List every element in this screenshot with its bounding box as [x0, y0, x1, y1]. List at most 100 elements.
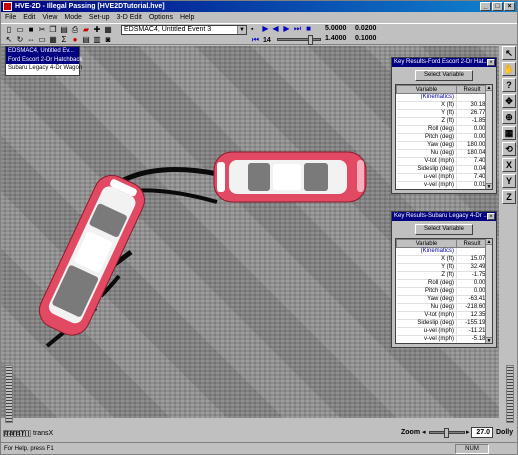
chart-icon[interactable]: ▥: [92, 35, 102, 44]
record-icon[interactable]: ●: [70, 35, 80, 44]
table-row[interactable]: Y (ft) 32.49: [396, 263, 488, 272]
zoom-right-arrow-icon[interactable]: ▸: [466, 428, 470, 436]
maximize-button[interactable]: □: [492, 2, 503, 11]
trans-x-label[interactable]: transX: [33, 430, 53, 437]
help-icon[interactable]: ?: [502, 78, 516, 92]
save-icon[interactable]: ■: [26, 25, 36, 34]
select-variable-button[interactable]: Select Variable: [415, 70, 473, 81]
table-icon[interactable]: ▤: [81, 35, 91, 44]
stop-icon[interactable]: ■: [304, 24, 313, 33]
table-row[interactable]: Nu (deg) 180.04: [396, 149, 488, 158]
zoom-value-field[interactable]: 27.0: [471, 427, 493, 438]
left-vertical-scale[interactable]: [5, 365, 13, 423]
pan-icon[interactable]: ✥: [502, 94, 516, 108]
table-row[interactable]: Z (ft) -1.75: [396, 271, 488, 280]
pause-icon[interactable]: ▶: [282, 24, 291, 33]
zoom-slider[interactable]: [429, 428, 465, 438]
copy-icon[interactable]: ❐: [48, 25, 58, 34]
timeline-slider[interactable]: [277, 35, 321, 45]
rewind-icon[interactable]: ⏮: [251, 35, 260, 44]
grid-view-icon[interactable]: ▦: [502, 126, 516, 140]
table-row[interactable]: v-vel (mph) -5.18: [396, 335, 488, 343]
table-row[interactable]: Sideslip (deg) 0.04: [396, 165, 488, 174]
menu-mode[interactable]: Mode: [64, 12, 82, 23]
table-row[interactable]: Nu (deg) -218.60: [396, 303, 488, 312]
results-icon[interactable]: Σ: [59, 35, 69, 44]
cut-icon[interactable]: ✂: [37, 25, 47, 34]
table-row[interactable]: Y (ft) 26.77: [396, 109, 488, 118]
zoom-icon[interactable]: ⊕: [502, 110, 516, 124]
window-title: HVE-2D - Illegal Passing [HVE2DTutorial.…: [15, 3, 165, 10]
axis-z-button[interactable]: Z: [502, 190, 516, 204]
paste-icon[interactable]: ▤: [59, 25, 69, 34]
close-button[interactable]: ×: [504, 2, 515, 11]
rotate-icon[interactable]: ↻: [15, 35, 25, 44]
scrollbar[interactable]: ▲ ▼: [485, 239, 492, 343]
open-folder-icon[interactable]: ▭: [15, 25, 25, 34]
table-row[interactable]: v-vel (mph) 0.01: [396, 181, 488, 189]
zoom-thumb[interactable]: [444, 428, 449, 438]
menu-file[interactable]: File: [5, 12, 16, 23]
hand-icon[interactable]: ✋: [502, 62, 516, 76]
minimize-button[interactable]: _: [480, 2, 491, 11]
select-icon[interactable]: ↖: [4, 35, 14, 44]
vehicle-ford-escort[interactable]: [213, 151, 367, 203]
print-icon[interactable]: ⎙: [70, 25, 80, 34]
zoom-left-arrow-icon[interactable]: ◂: [422, 428, 426, 436]
vehicle-list-item[interactable]: Subaru Legacy 4-Dr Wagon: [6, 64, 82, 72]
table-row[interactable]: V-tot (mph) 12.35: [396, 311, 488, 320]
table-row[interactable]: X (ft) 30.18: [396, 101, 488, 110]
menu-edit[interactable]: Edit: [23, 12, 35, 23]
table-row[interactable]: Yaw (deg) 180.00: [396, 141, 488, 150]
axis-y-button[interactable]: Y: [502, 174, 516, 188]
chevron-down-icon[interactable]: ▼: [237, 26, 246, 34]
table-row[interactable]: Sideslip (deg) -155.19: [396, 319, 488, 328]
vehicle-icon[interactable]: ▰: [81, 25, 91, 34]
environment-icon[interactable]: ▦: [103, 25, 113, 34]
vehicle-subaru-legacy[interactable]: [34, 170, 151, 342]
table-row[interactable]: X (ft) 15.07: [396, 255, 488, 264]
scroll-down-icon[interactable]: ▼: [486, 183, 492, 189]
grid-icon[interactable]: ▦: [48, 35, 58, 44]
vehicle-list-item[interactable]: Ford Escort 2-Dr Hatchback: [6, 56, 82, 64]
table-row[interactable]: u-vel (mph) 7.40: [396, 173, 488, 182]
table-row[interactable]: Pitch (deg) 0.00: [396, 133, 488, 142]
camera-icon[interactable]: ◙: [103, 35, 113, 44]
table-row[interactable]: Yaw (deg) -63.41: [396, 295, 488, 304]
table-row[interactable]: Roll (deg) 0.00: [396, 125, 488, 134]
menu-setup[interactable]: Set-up: [89, 12, 110, 23]
table-row[interactable]: V-tot (mph) 7.40: [396, 157, 488, 166]
scrollbar[interactable]: ▲ ▼: [485, 85, 492, 189]
orbit-icon[interactable]: ⟲: [502, 142, 516, 156]
select-variable-button[interactable]: Select Variable: [415, 224, 473, 235]
scroll-down-icon[interactable]: ▼: [486, 337, 492, 343]
menu-options[interactable]: Options: [149, 12, 173, 23]
close-icon[interactable]: ×: [487, 213, 495, 220]
menu-3d-edit[interactable]: 3-D Edit: [117, 12, 142, 23]
table-row[interactable]: Roll (deg) 0.00: [396, 279, 488, 288]
table-row[interactable]: Pitch (deg) 0.00: [396, 287, 488, 296]
kinematics-label: (Kinematics): [396, 247, 457, 256]
close-icon[interactable]: ×: [487, 59, 495, 66]
fast-forward-icon[interactable]: ⏭: [293, 24, 302, 33]
event-selector[interactable]: EDSMAC4, Untitled Event 3 ▼: [121, 25, 247, 35]
right-vertical-scale[interactable]: [506, 365, 514, 423]
trans-y-label[interactable]: transY: [5, 430, 25, 437]
time-step: 0.0200: [355, 25, 377, 32]
scroll-up-icon[interactable]: ▲: [486, 85, 492, 91]
pointer-icon[interactable]: ↖: [502, 46, 516, 60]
menu-view[interactable]: View: [42, 12, 57, 23]
scroll-up-icon[interactable]: ▲: [486, 239, 492, 245]
play-icon[interactable]: ▶: [261, 24, 270, 33]
timeline-thumb[interactable]: [308, 35, 313, 45]
move-icon[interactable]: ⇔: [26, 35, 36, 44]
axis-x-button[interactable]: X: [502, 158, 516, 172]
add-icon[interactable]: ✚: [92, 25, 102, 34]
step-back-icon[interactable]: ◀: [271, 24, 280, 33]
table-row[interactable]: u-vel (mph) -11.21: [396, 327, 488, 336]
menu-help[interactable]: Help: [180, 12, 194, 23]
column-header-variable: Variable: [396, 239, 457, 248]
measure-icon[interactable]: ▭: [37, 35, 47, 44]
new-file-icon[interactable]: ▯: [4, 25, 14, 34]
table-row[interactable]: Z (ft) -1.85: [396, 117, 488, 126]
